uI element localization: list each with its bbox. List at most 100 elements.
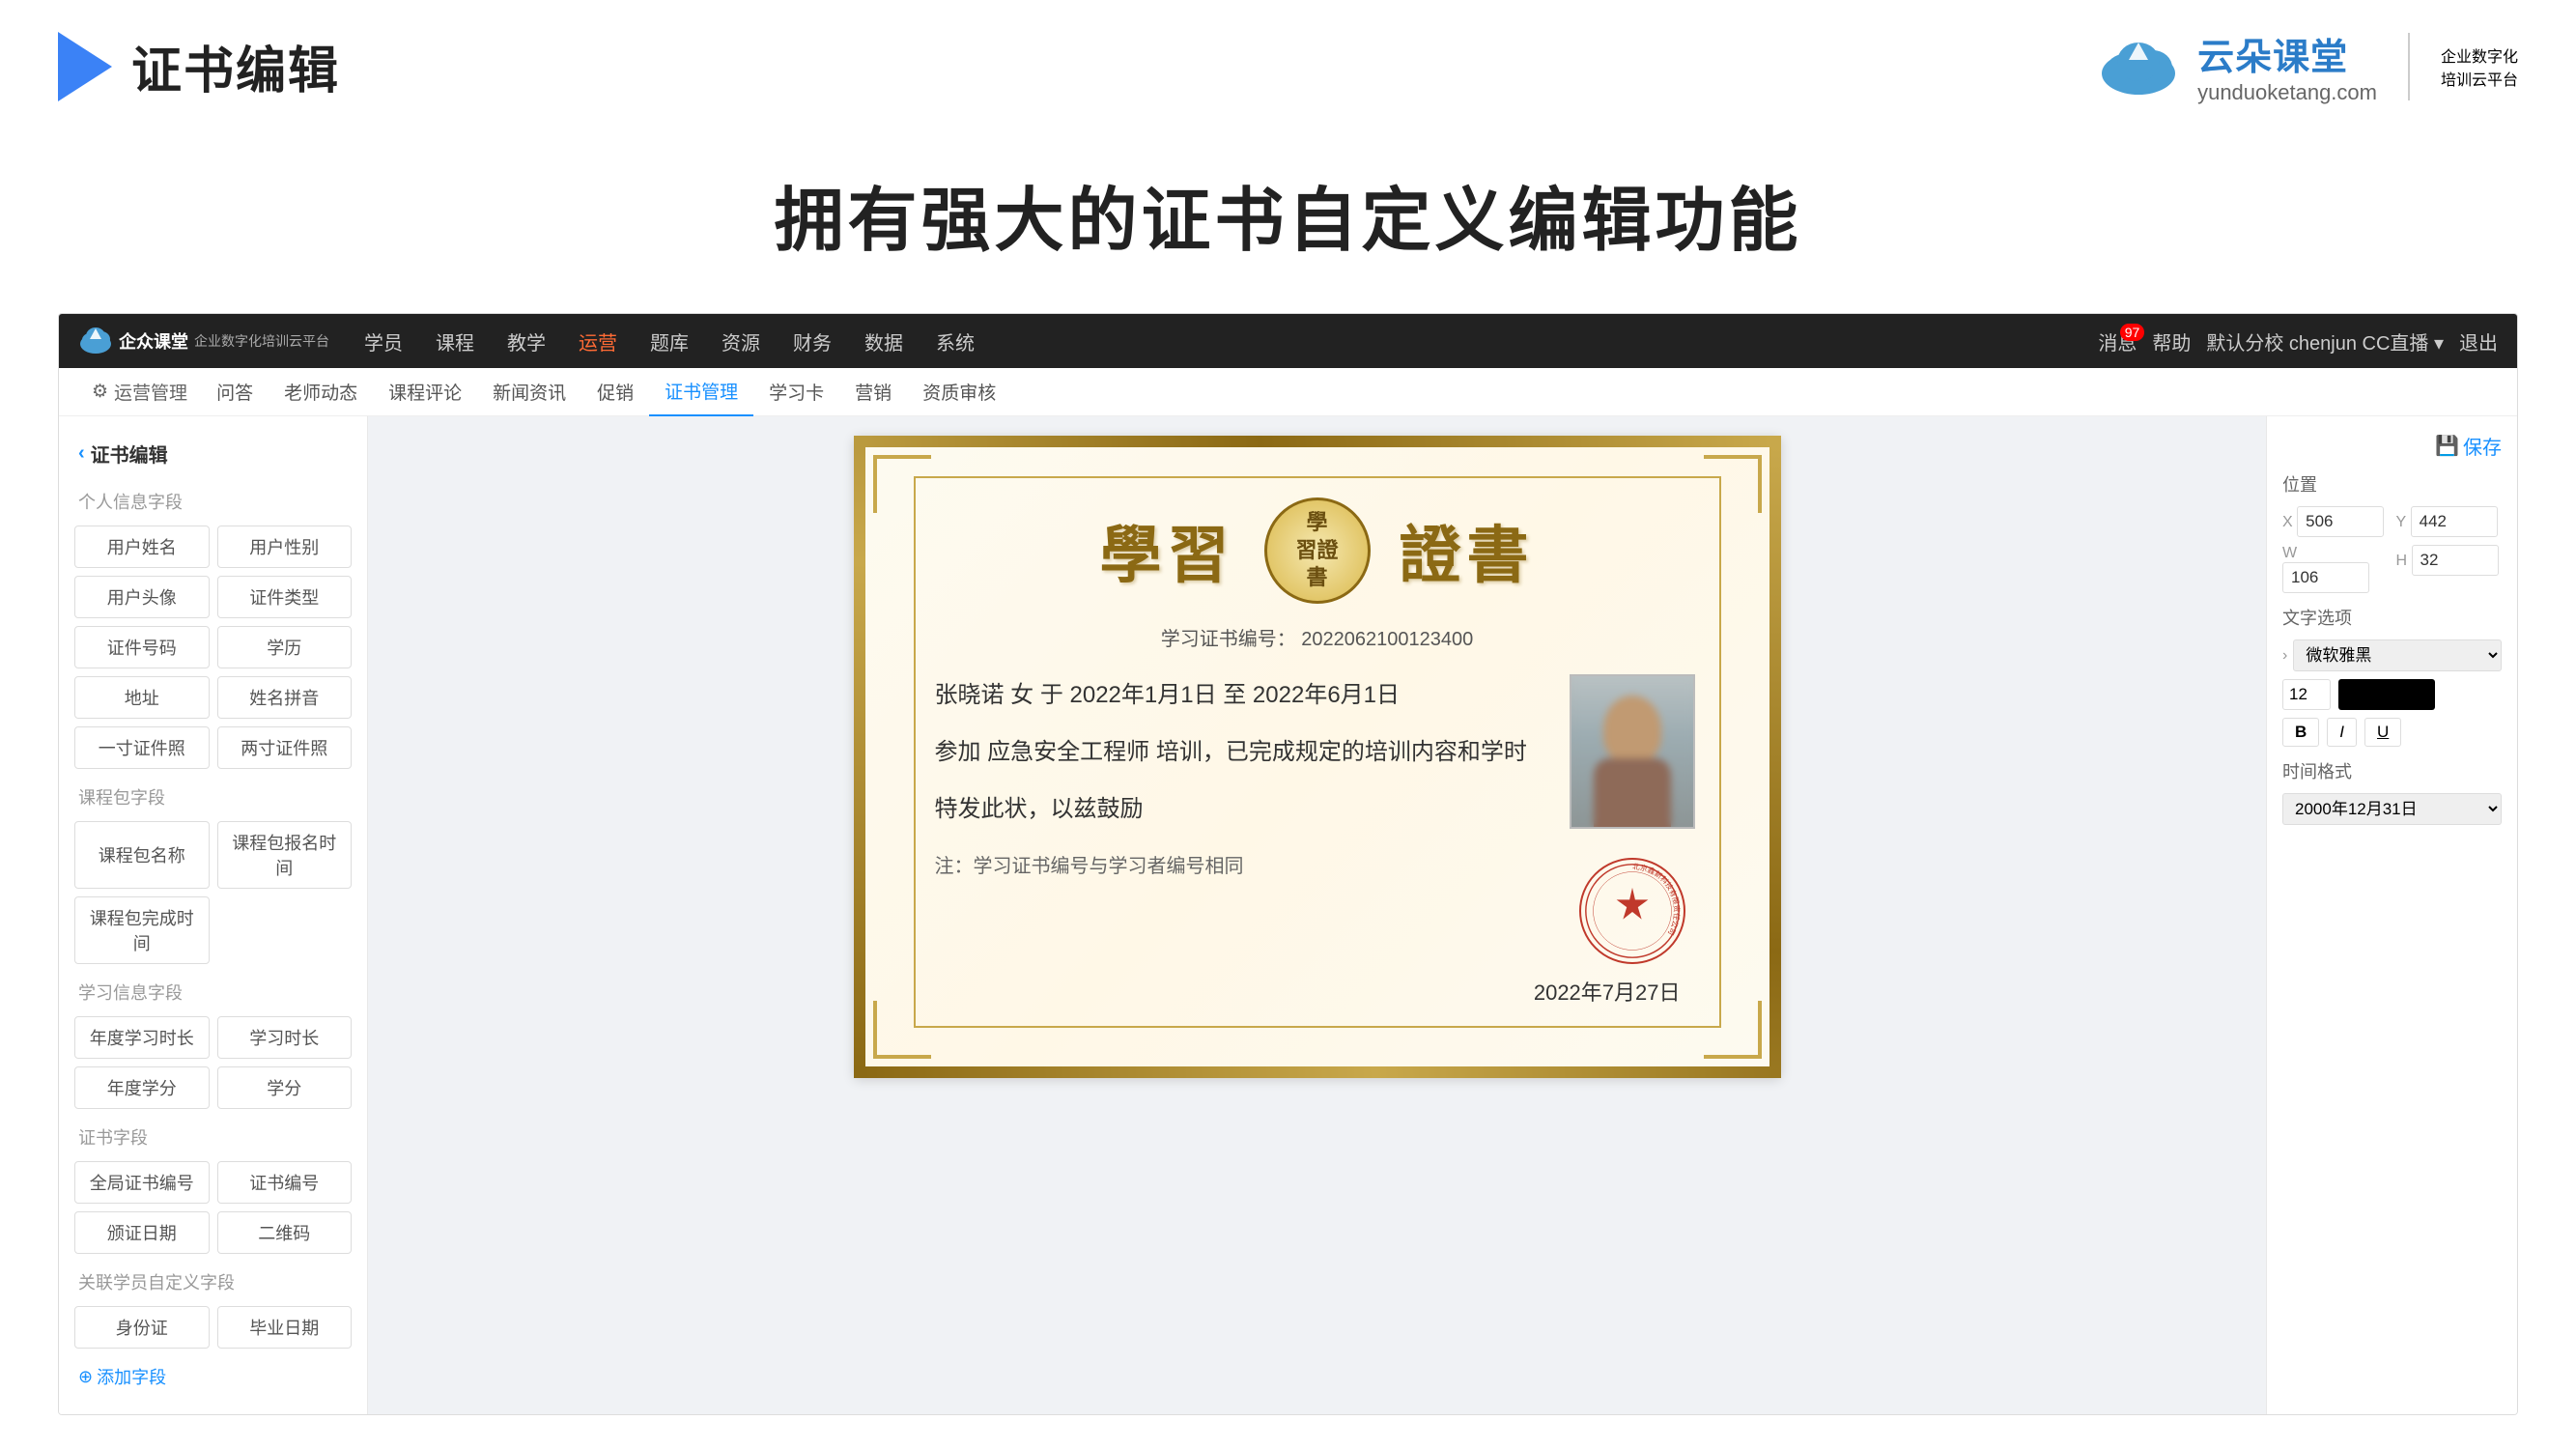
field-qrcode[interactable]: 二维码 <box>217 1211 353 1254</box>
subnav-course-review[interactable]: 课程评论 <box>373 368 477 416</box>
field-1inch-photo[interactable]: 一寸证件照 <box>74 726 210 769</box>
nav-item-system[interactable]: 系统 <box>920 320 990 363</box>
color-swatch[interactable] <box>2338 679 2435 710</box>
field-study-duration[interactable]: 学习时长 <box>217 1016 353 1059</box>
corner-bl <box>873 1001 931 1059</box>
logout-link[interactable]: 退出 <box>2459 327 2498 355</box>
field-gender[interactable]: 用户性别 <box>217 526 353 568</box>
subnav-section: ⚙ 运营管理 <box>78 379 201 405</box>
field-name-pinyin[interactable]: 姓名拼音 <box>217 676 353 719</box>
help-link[interactable]: 帮助 <box>2152 327 2191 355</box>
font-size-input[interactable] <box>2282 679 2331 710</box>
notification-badge[interactable]: 消息 97 <box>2098 327 2137 355</box>
font-family-select[interactable]: 微软雅黑 <box>2293 639 2502 671</box>
subnav-marketing[interactable]: 营销 <box>839 368 907 416</box>
custom-fields-grid: 身份证 毕业日期 <box>59 1300 367 1354</box>
nav-item-resources[interactable]: 资源 <box>706 320 776 363</box>
app-nav-items[interactable]: 学员 课程 教学 运营 题库 资源 财务 数据 系统 <box>349 320 990 363</box>
nav-item-courses[interactable]: 课程 <box>420 320 490 363</box>
field-annual-study-duration[interactable]: 年度学习时长 <box>74 1016 210 1059</box>
field-id-number[interactable]: 证件号码 <box>74 626 210 668</box>
w-input[interactable] <box>2282 562 2369 593</box>
sidebar: ‹ 证书编辑 个人信息字段 用户姓名 用户性别 用户头像 证件类型 证件号码 学… <box>59 416 368 1414</box>
nav-item-teaching[interactable]: 教学 <box>492 320 561 363</box>
cert-photo-area: 北京鑫新科技有限责任公司 <box>1565 674 1700 964</box>
brand-slogan: 企业数字化 培训云平台 <box>2441 43 2518 90</box>
underline-button[interactable]: U <box>2364 718 2401 747</box>
cert-inner-border: 學習 學 習證 書 證書 学习证书编号： <box>914 476 1721 1028</box>
course-fields-grid: 课程包名称 课程包报名时间 课程包完成时间 <box>59 815 367 970</box>
y-input[interactable] <box>2411 506 2498 537</box>
subnav-news[interactable]: 新闻资讯 <box>477 368 581 416</box>
sidebar-title: ‹ 证书编辑 <box>59 432 367 479</box>
save-icon: 💾 <box>2435 434 2459 458</box>
add-field-button[interactable]: ⊕ 添加字段 <box>59 1354 367 1399</box>
x-input[interactable] <box>2297 506 2384 537</box>
field-address[interactable]: 地址 <box>74 676 210 719</box>
back-arrow-icon[interactable]: ‹ <box>78 442 85 465</box>
field-education[interactable]: 学历 <box>217 626 353 668</box>
nav-item-operations[interactable]: 运营 <box>563 320 633 363</box>
time-format-select[interactable]: 2000年12月31日 <box>2282 793 2502 825</box>
cert-line2: 参加 应急安全工程师 培训，已完成规定的培训内容和学时 <box>935 731 1536 773</box>
cert-line1: 张晓诺 女 于 2022年1月1日 至 2022年6月1日 <box>935 674 1536 716</box>
brand-url: yunduoketang.com <box>2197 80 2377 105</box>
screenshot-wrapper: 企众课堂 企业数字化培训云平台 学员 课程 教学 运营 题库 资源 财务 数据 … <box>58 313 2518 1415</box>
add-field-label: 添加字段 <box>97 1364 166 1389</box>
italic-button[interactable]: I <box>2327 718 2357 747</box>
position-section-title: 位置 <box>2282 471 2502 497</box>
field-course-name[interactable]: 课程包名称 <box>74 821 210 889</box>
field-id-type[interactable]: 证件类型 <box>217 576 353 618</box>
h-field: H <box>2396 545 2503 593</box>
field-id-card[interactable]: 身份证 <box>74 1306 210 1349</box>
field-course-complete-time[interactable]: 课程包完成时间 <box>74 896 210 964</box>
nav-item-students[interactable]: 学员 <box>349 320 418 363</box>
x-field: X <box>2282 506 2389 537</box>
settings-icon: ⚙ <box>92 381 108 403</box>
field-2inch-photo[interactable]: 两寸证件照 <box>217 726 353 769</box>
field-cert-num[interactable]: 证书编号 <box>217 1161 353 1204</box>
field-graduation-date[interactable]: 毕业日期 <box>217 1306 353 1349</box>
cloud-icon <box>2095 33 2182 100</box>
field-issue-date[interactable]: 颁证日期 <box>74 1211 210 1254</box>
app-body: ‹ 证书编辑 个人信息字段 用户姓名 用户性别 用户头像 证件类型 证件号码 学… <box>59 416 2517 1414</box>
nav-item-questions[interactable]: 题库 <box>635 320 704 363</box>
subnav-promotion[interactable]: 促销 <box>581 368 649 416</box>
collapse-arrow: › <box>2282 647 2287 665</box>
field-course-enroll-time[interactable]: 课程包报名时间 <box>217 821 353 889</box>
section-study-info: 学习信息字段 <box>59 970 367 1010</box>
y-label: Y <box>2396 514 2407 530</box>
cert-stamp: 北京鑫新科技有限责任公司 <box>1579 858 1685 964</box>
text-options-title: 文字选项 <box>2282 605 2502 630</box>
field-avatar[interactable]: 用户头像 <box>74 576 210 618</box>
cert-title-right: 證書 <box>1400 506 1535 595</box>
cert-serial-label: 学习证书编号： <box>1161 629 1296 650</box>
subnav-qa[interactable]: 问答 <box>201 368 269 416</box>
cert-title-row: 學習 學 習證 書 證書 <box>935 497 1700 604</box>
stamp-ring: 北京鑫新科技有限责任公司 <box>1581 858 1684 964</box>
field-global-cert-num[interactable]: 全局证书编号 <box>74 1161 210 1204</box>
subnav-teacher-dynamics[interactable]: 老师动态 <box>269 368 373 416</box>
position-inputs: X Y <box>2282 506 2502 537</box>
subnav-study-card[interactable]: 学习卡 <box>753 368 839 416</box>
cert-serial: 学习证书编号： 2022062100123400 <box>935 623 1700 651</box>
cert-fields-grid: 全局证书编号 证书编号 颁证日期 二维码 <box>59 1155 367 1260</box>
corner-tl <box>873 455 931 513</box>
cert-seal-text: 學 習證 書 <box>1295 509 1338 592</box>
certificate[interactable]: 學習 學 習證 書 證書 学习证书编号： <box>854 436 1781 1078</box>
subnav-cert-management[interactable]: 证书管理 <box>649 368 753 416</box>
w-label: W <box>2282 545 2297 561</box>
bold-button[interactable]: B <box>2282 718 2319 747</box>
nav-item-data[interactable]: 数据 <box>849 320 919 363</box>
nav-item-finance[interactable]: 财务 <box>778 320 847 363</box>
brand-divider <box>2408 33 2410 100</box>
field-username[interactable]: 用户姓名 <box>74 526 210 568</box>
cert-note: 注：学习证书编号与学习者编号相同 <box>935 850 1536 878</box>
save-button[interactable]: 💾 保存 <box>2282 432 2502 460</box>
school-selector[interactable]: 默认分校 chenjun CC直播 ▾ <box>2206 327 2444 355</box>
field-credits[interactable]: 学分 <box>217 1066 353 1109</box>
field-annual-credits[interactable]: 年度学分 <box>74 1066 210 1109</box>
top-header: 证书编辑 云朵课堂 yunduoketang.com 企业数字化 培训云平台 <box>0 0 2576 125</box>
h-input[interactable] <box>2412 545 2499 576</box>
subnav-qualification[interactable]: 资质审核 <box>907 368 1011 416</box>
